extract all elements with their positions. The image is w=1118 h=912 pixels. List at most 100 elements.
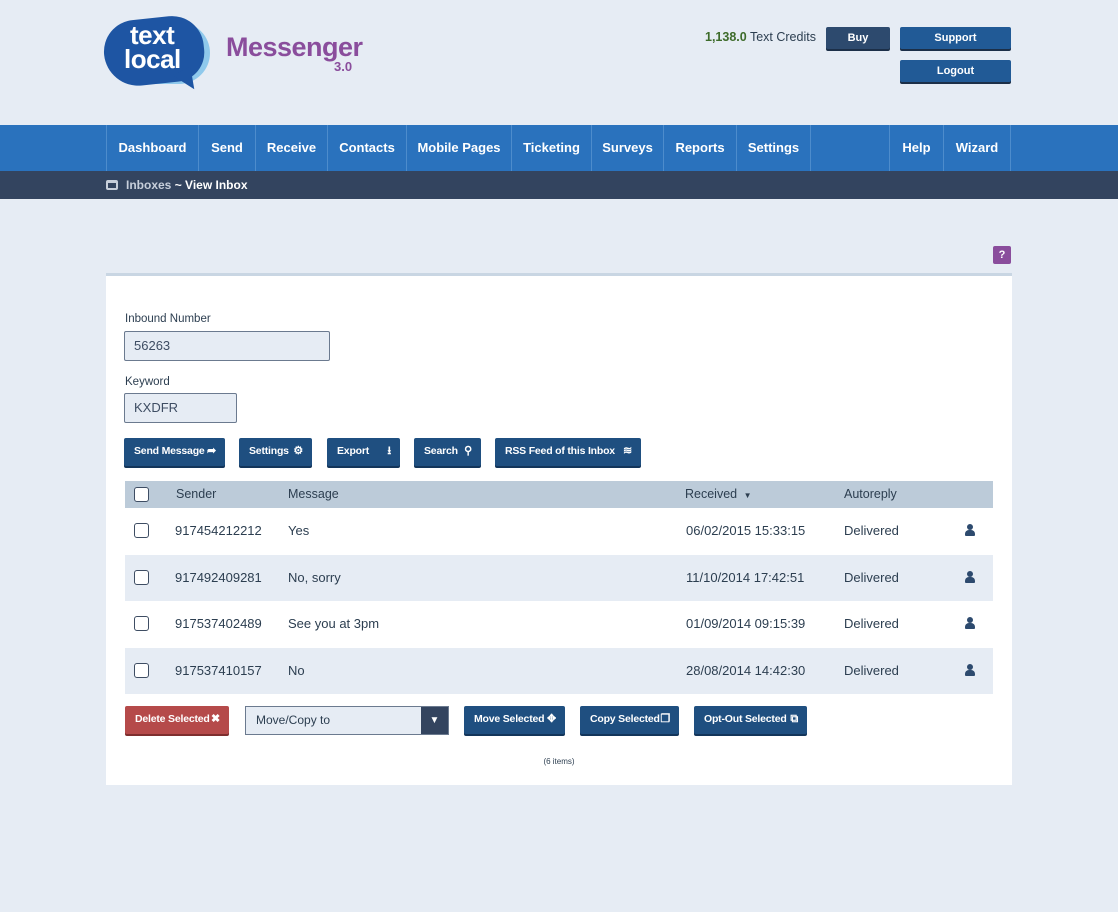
keyword-field[interactable]: KXDFR <box>124 393 237 423</box>
copy-icon: ❐ <box>660 713 670 725</box>
sort-down-icon: ▼ <box>743 491 752 500</box>
download-icon: ⭳ <box>387 445 391 457</box>
move-selected-button[interactable]: Move Selected ✥ <box>464 706 565 734</box>
column-autoreply[interactable]: Autoreply <box>844 487 897 501</box>
rss-icon: ≋ <box>622 445 632 457</box>
breadcrumb-current: View Inbox <box>185 178 248 192</box>
table-row[interactable]: 917454212212 Yes 06/02/2015 15:33:15 Del… <box>125 508 993 554</box>
copy-selected-label: Copy Selected <box>590 713 660 725</box>
export-button[interactable]: Export ⭳ <box>327 438 400 466</box>
contact-icon[interactable] <box>965 664 975 676</box>
row-sender: 917492409281 <box>175 570 262 585</box>
table-header: Sender Message Received ▼ Autoreply <box>125 481 993 508</box>
settings-button[interactable]: Settings ⚙ <box>239 438 312 466</box>
table-row[interactable]: 917492409281 No, sorry 11/10/2014 17:42:… <box>125 555 993 601</box>
row-message: See you at 3pm <box>288 616 380 631</box>
chevron-down-icon: ▼ <box>421 707 448 734</box>
rss-feed-button[interactable]: RSS Feed of this Inbox ≋ <box>495 438 641 466</box>
nav-wizard[interactable]: Wizard <box>943 125 1011 171</box>
share-arrow-icon: ➦ <box>206 445 216 457</box>
row-checkbox[interactable] <box>134 570 149 585</box>
external-link-icon: ⧉ <box>790 713 798 725</box>
nav-settings[interactable]: Settings <box>736 125 810 171</box>
inbound-number-label: Inbound Number <box>125 313 211 325</box>
settings-label: Settings <box>249 445 289 457</box>
gear-icon: ⚙ <box>293 445 303 457</box>
nav-help[interactable]: Help <box>889 125 943 171</box>
nav-contacts[interactable]: Contacts <box>327 125 406 171</box>
text-credits: 1,138.0 Text Credits <box>705 30 816 44</box>
select-all-checkbox[interactable] <box>134 487 149 502</box>
breadcrumb-current-wrap: ~ View Inbox <box>171 178 248 192</box>
row-received: 06/02/2015 15:33:15 <box>686 523 806 538</box>
move-selected-label: Move Selected <box>474 713 545 725</box>
column-sender[interactable]: Sender <box>176 487 216 501</box>
delete-selected-button[interactable]: Delete Selected ✖ <box>125 706 229 734</box>
row-received: 28/08/2014 14:42:30 <box>686 663 806 678</box>
nav-receive[interactable]: Receive <box>255 125 327 171</box>
nav-spacer <box>810 125 889 171</box>
textlocal-logo[interactable]: text local <box>100 12 214 96</box>
breadcrumb: Inboxes ~ View Inbox <box>0 171 1118 199</box>
nav-ticketing[interactable]: Ticketing <box>511 125 591 171</box>
row-received: 11/10/2014 17:42:51 <box>686 570 805 585</box>
move-copy-select[interactable]: Move/Copy to ▼ <box>245 706 449 735</box>
search-button[interactable]: Search ⚲ <box>414 438 481 466</box>
inbox-panel: Inbound Number 56263 Keyword KXDFR Send … <box>106 273 1012 785</box>
row-autoreply: Delivered <box>844 663 899 678</box>
copy-selected-button[interactable]: Copy Selected ❐ <box>580 706 679 734</box>
nav-surveys[interactable]: Surveys <box>591 125 663 171</box>
row-message: Yes <box>288 523 310 538</box>
app-version: 3.0 <box>334 59 353 74</box>
row-checkbox[interactable] <box>134 616 149 631</box>
send-message-label: Send Message <box>134 445 205 457</box>
delete-selected-label: Delete Selected <box>135 713 210 725</box>
optout-selected-label: Opt-Out Selected <box>704 713 787 725</box>
column-received-label: Received <box>685 487 738 501</box>
nav-send[interactable]: Send <box>198 125 255 171</box>
nav-reports[interactable]: Reports <box>663 125 736 171</box>
row-checkbox[interactable] <box>134 523 149 538</box>
row-sender: 917537402489 <box>175 616 262 631</box>
column-message[interactable]: Message <box>288 487 339 501</box>
send-message-button[interactable]: Send Message ➦ <box>124 438 225 466</box>
breadcrumb-separator: ~ <box>171 178 186 192</box>
row-autoreply: Delivered <box>844 523 899 538</box>
nav-mobile-pages[interactable]: Mobile Pages <box>406 125 511 171</box>
contact-icon[interactable] <box>965 617 975 629</box>
nav-dashboard[interactable]: Dashboard <box>106 125 198 171</box>
close-icon: ✖ <box>210 713 220 725</box>
inbound-number-field[interactable]: 56263 <box>124 331 330 361</box>
logo-text-line2: local <box>124 44 181 74</box>
search-icon: ⚲ <box>464 445 472 457</box>
rss-feed-label: RSS Feed of this Inbox <box>505 445 615 457</box>
contact-icon[interactable] <box>965 524 975 536</box>
row-sender: 917454212212 <box>175 523 262 538</box>
buy-button[interactable]: Buy <box>826 27 890 49</box>
row-received: 01/09/2014 09:15:39 <box>686 616 806 631</box>
row-sender: 917537410157 <box>175 663 262 678</box>
row-autoreply: Delivered <box>844 616 899 631</box>
credits-label: Text Credits <box>749 30 816 44</box>
row-autoreply: Delivered <box>844 570 899 585</box>
item-count: (6 items) <box>543 757 575 766</box>
help-icon[interactable]: ? <box>993 246 1011 264</box>
breadcrumb-text: Inboxes ~ View Inbox <box>126 178 248 192</box>
move-arrows-icon: ✥ <box>546 713 556 725</box>
move-copy-value: Move/Copy to <box>256 713 331 727</box>
breadcrumb-parent[interactable]: Inboxes <box>126 178 171 192</box>
credits-value: 1,138.0 <box>705 30 747 44</box>
main-nav: Dashboard Send Receive Contacts Mobile P… <box>0 125 1118 171</box>
support-button[interactable]: Support <box>900 27 1011 49</box>
keyword-label: Keyword <box>125 376 170 388</box>
logout-button[interactable]: Logout <box>900 60 1011 82</box>
contact-icon[interactable] <box>965 571 975 583</box>
row-message: No <box>288 663 305 678</box>
table-row[interactable]: 917537402489 See you at 3pm 01/09/2014 0… <box>125 601 993 647</box>
row-checkbox[interactable] <box>134 663 149 678</box>
table-row[interactable]: 917537410157 No 28/08/2014 14:42:30 Deli… <box>125 648 993 694</box>
optout-selected-button[interactable]: Opt-Out Selected ⧉ <box>694 706 807 734</box>
search-label: Search <box>424 445 458 457</box>
row-message: No, sorry <box>288 570 341 585</box>
column-received[interactable]: Received ▼ <box>685 487 752 501</box>
